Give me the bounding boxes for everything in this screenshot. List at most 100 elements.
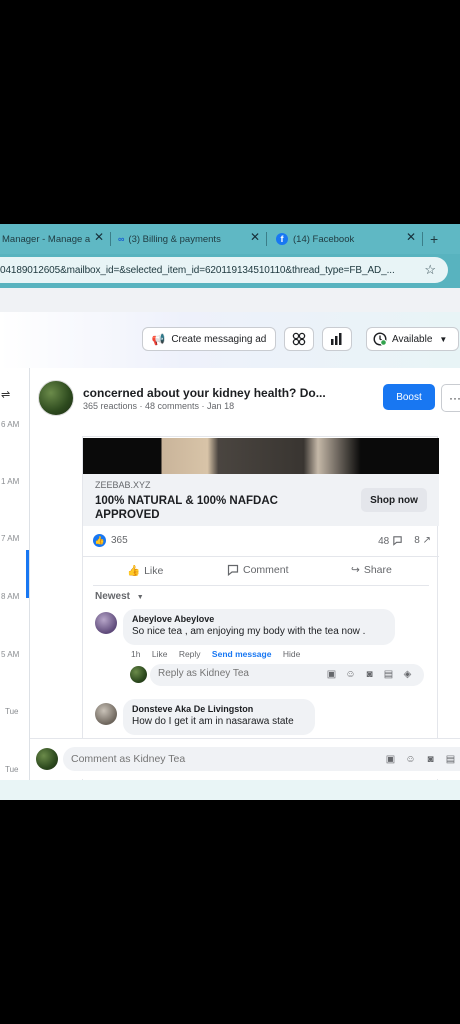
emoji-icon[interactable]: ☺ bbox=[345, 669, 356, 680]
reaction-count[interactable]: 365 bbox=[111, 535, 128, 546]
thumbs-up-icon: 👍 bbox=[127, 565, 141, 577]
new-tab-button[interactable]: + bbox=[430, 230, 446, 248]
comment-icon bbox=[393, 536, 402, 546]
shop-now-button[interactable]: Shop now bbox=[361, 488, 427, 512]
comment-icon bbox=[227, 564, 239, 576]
page-avatar bbox=[38, 380, 74, 416]
share-button[interactable]: ↪ Share bbox=[351, 564, 392, 576]
reply-box[interactable]: ▣ ☺ ◙ ▤ ◈ bbox=[150, 664, 424, 686]
reply-input[interactable] bbox=[158, 668, 318, 679]
sort-label: Newest bbox=[95, 591, 131, 602]
url-text: 04189012605&mailbox_id=&selected_item_id… bbox=[0, 265, 395, 276]
camera-icon[interactable]: ◙ bbox=[425, 754, 436, 765]
post-actions: 👍 Like Comment ↪ Share bbox=[93, 557, 429, 586]
chevron-down-icon: ▼ bbox=[136, 594, 144, 601]
comment-bubble: Donsteve Aka De Livingston How do I get … bbox=[123, 699, 315, 735]
comment-bubble: Abeylove Abeylove So nice tea , am enjoy… bbox=[123, 609, 395, 645]
ad-domain: ZEEBAB.XYZ bbox=[95, 480, 151, 490]
tab-divider bbox=[110, 232, 111, 246]
browser-tab-bar: Manager - Manage a ✕ ∞ (3) Billing & pay… bbox=[0, 224, 460, 254]
bar-chart-icon bbox=[331, 333, 342, 345]
close-tab-icon[interactable]: ✕ bbox=[250, 230, 260, 244]
filter-icon[interactable]: ⇌ bbox=[1, 388, 10, 401]
like-reaction-icon: 👍 bbox=[93, 534, 106, 547]
meta-icon: ∞ bbox=[118, 234, 125, 244]
ad-link-card[interactable]: ZEEBAB.XYZ 100% NATURAL & 100% NAFDAC AP… bbox=[83, 474, 439, 526]
gif-icon[interactable]: ▣ bbox=[385, 754, 396, 765]
ad-headline: 100% NATURAL & 100% NAFDAC APPROVED bbox=[95, 495, 278, 521]
send-message-link[interactable]: Send message bbox=[212, 649, 272, 659]
create-ad-label: Create messaging ad bbox=[171, 333, 267, 345]
comment-button[interactable]: Comment bbox=[227, 564, 289, 576]
ad-image bbox=[83, 438, 439, 474]
comment-count[interactable]: 48 bbox=[378, 535, 403, 547]
share-arrow-icon: ↪ bbox=[351, 564, 360, 576]
boost-button[interactable]: Boost bbox=[383, 384, 435, 410]
conversation-timestamp: Tue bbox=[5, 707, 19, 716]
selected-conversation-indicator bbox=[26, 550, 29, 598]
post-detail-pane: concerned about your kidney health? Do..… bbox=[30, 368, 460, 800]
sticker-icon[interactable]: ◈ bbox=[402, 669, 413, 680]
conversation-timestamp: 7 AM bbox=[1, 534, 20, 543]
integrations-button[interactable] bbox=[284, 327, 314, 351]
conversation-timestamp: Tue bbox=[5, 765, 19, 774]
commenter-avatar[interactable] bbox=[95, 612, 117, 634]
comment-reply-link[interactable]: Reply bbox=[179, 649, 201, 659]
tab-divider bbox=[266, 232, 267, 246]
share-count-value: 8 bbox=[414, 535, 420, 546]
comment-text: So nice tea , am enjoying my body with t… bbox=[132, 626, 366, 637]
hide-comment-link[interactable]: Hide bbox=[283, 649, 300, 659]
comment-like-link[interactable]: Like bbox=[152, 649, 168, 659]
commenter-name[interactable]: Donsteve Aka De Livingston bbox=[132, 704, 306, 714]
megaphone-icon: 📢 bbox=[151, 333, 166, 346]
insights-button[interactable] bbox=[322, 327, 352, 351]
commenter-name[interactable]: Abeylove Abeylove bbox=[132, 614, 386, 624]
comment-count-value: 48 bbox=[378, 536, 390, 547]
commenter-avatar[interactable] bbox=[95, 703, 117, 725]
share-count[interactable]: 8 ↗ bbox=[414, 535, 431, 546]
comment-text: How do I get it am in nasarawa state bbox=[132, 716, 294, 727]
page-avatar-small bbox=[130, 666, 147, 683]
comment-label: Comment bbox=[243, 564, 289, 576]
gif-icon[interactable]: ▣ bbox=[326, 669, 337, 680]
more-options-button[interactable]: ··· bbox=[441, 384, 460, 412]
comment-actions: 1h Like Reply Send message Hide bbox=[131, 649, 309, 659]
address-bar[interactable]: 04189012605&mailbox_id=&selected_item_id… bbox=[0, 257, 448, 283]
close-tab-icon[interactable]: ✕ bbox=[406, 230, 416, 244]
comment-input[interactable] bbox=[71, 753, 271, 765]
like-label: Like bbox=[144, 564, 164, 577]
conversation-timestamp: 1 AM bbox=[1, 477, 20, 486]
integrations-icon bbox=[292, 332, 306, 346]
tab-label: (14) Facebook bbox=[293, 233, 355, 245]
post-meta: 365 reactions · 48 comments · Jan 18 bbox=[83, 401, 235, 411]
comment-sort-dropdown[interactable]: Newest ▼ bbox=[95, 591, 144, 602]
chevron-down-icon: ▼ bbox=[439, 334, 448, 344]
sticker-icon[interactable]: ▤ bbox=[445, 754, 456, 765]
comment-box[interactable]: ▣ ☺ ◙ ▤ bbox=[63, 747, 460, 771]
emoji-icon[interactable]: ☺ bbox=[405, 754, 416, 765]
camera-icon[interactable]: ◙ bbox=[364, 669, 375, 680]
availability-dropdown[interactable]: Available ▼ bbox=[366, 327, 459, 351]
close-tab-icon[interactable]: ✕ bbox=[94, 230, 104, 244]
gif-sticker-icon[interactable]: ▤ bbox=[383, 669, 394, 680]
bookmark-star-icon[interactable]: ☆ bbox=[424, 262, 436, 278]
create-messaging-ad-button[interactable]: 📢 Create messaging ad bbox=[142, 327, 276, 351]
conversation-timestamp: 5 AM bbox=[1, 650, 20, 659]
post-title[interactable]: concerned about your kidney health? Do..… bbox=[83, 386, 326, 400]
tab-billing[interactable]: ∞ (3) Billing & payments ✕ bbox=[118, 230, 260, 248]
conversation-list[interactable]: ⇌ 6 AM 1 AM 7 AM 8 AM 5 AM Tue Tue bbox=[0, 368, 30, 800]
availability-label: Available bbox=[392, 333, 433, 345]
address-bar-row: 04189012605&mailbox_id=&selected_item_id… bbox=[0, 254, 460, 288]
availability-clock-icon bbox=[373, 332, 387, 346]
tab-label: (3) Billing & payments bbox=[128, 233, 221, 245]
conversation-timestamp: 8 AM bbox=[1, 592, 20, 601]
engagement-stats: 👍 365 48 8 ↗ bbox=[83, 526, 439, 557]
like-button[interactable]: 👍 Like bbox=[127, 564, 164, 578]
share-label: Share bbox=[363, 564, 392, 576]
comment-time: 1h bbox=[131, 649, 141, 659]
tab-facebook[interactable]: f (14) Facebook ✕ bbox=[276, 230, 416, 248]
share-icon: ↗ bbox=[422, 535, 431, 546]
tab-label: Manager - Manage a bbox=[2, 233, 91, 245]
comment-composer: ▣ ☺ ◙ ▤ bbox=[30, 738, 460, 779]
tab-business-manager[interactable]: Manager - Manage a ✕ bbox=[0, 230, 104, 248]
